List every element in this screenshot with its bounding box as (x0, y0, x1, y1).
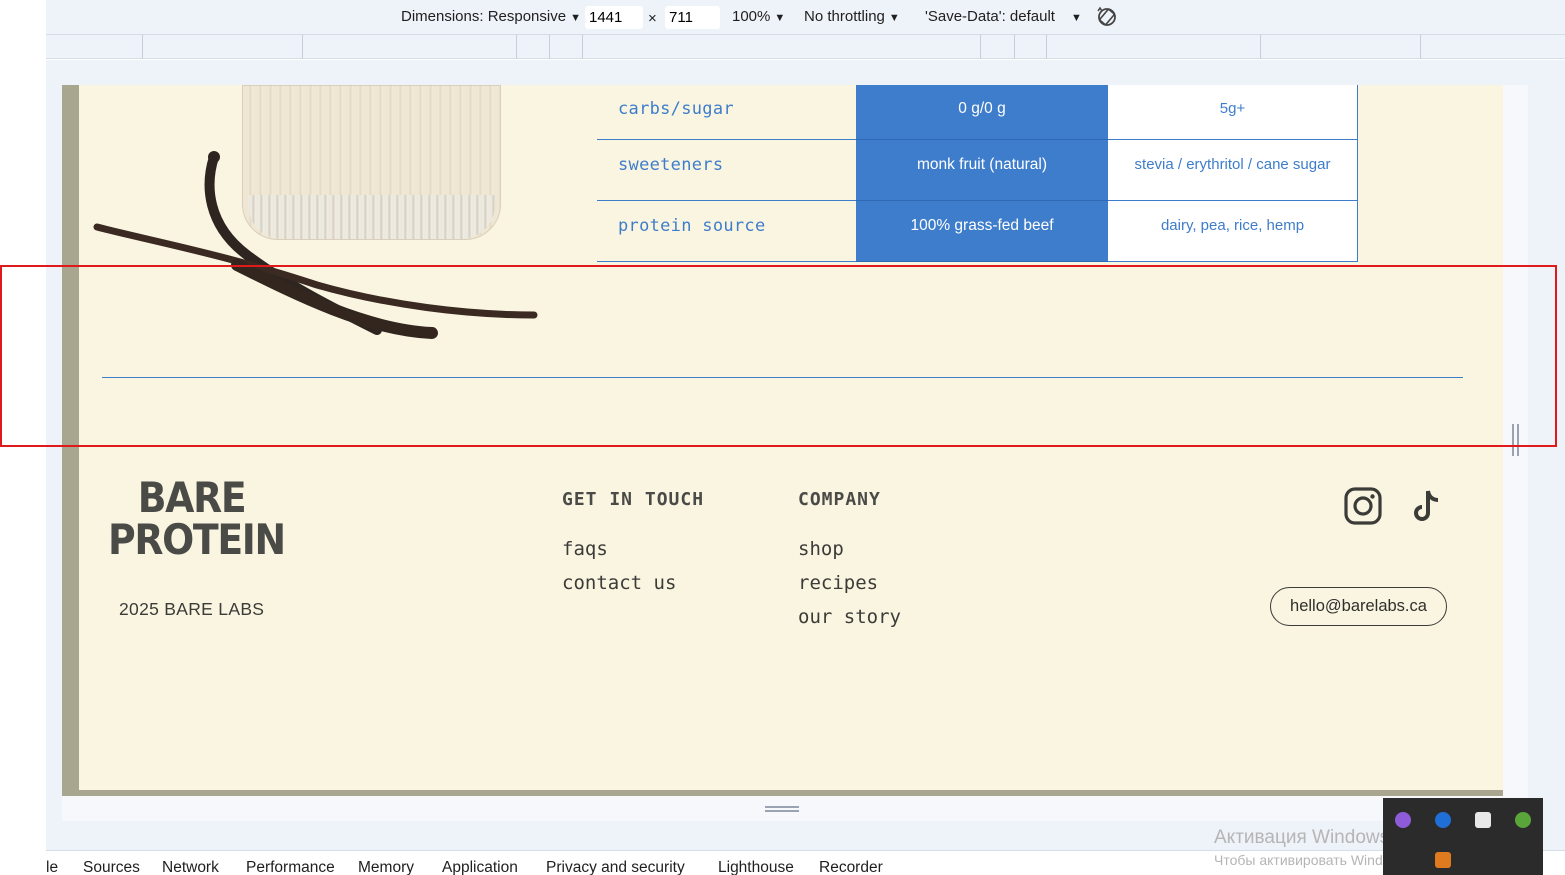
row-label: carbs/sugar (597, 85, 856, 140)
tab-application[interactable]: Application (442, 859, 518, 875)
logo-line-1: BARE (137, 473, 247, 522)
tab-recorder[interactable]: Recorder (819, 859, 883, 875)
rotate-icon[interactable] (1095, 5, 1119, 29)
chevron-down-icon: ▼ (1070, 12, 1082, 24)
tab-console[interactable]: le (46, 859, 58, 875)
times-sign: × (648, 10, 657, 27)
comparison-table: carbs/sugar 0 g/0 g 5g+ sweeteners monk … (597, 85, 1358, 262)
tab-privacy-and-security[interactable]: Privacy and security (546, 859, 685, 875)
row-label: sweeteners (597, 140, 856, 201)
highlight-box (0, 265, 1557, 447)
save-data-dropdown[interactable]: 'Save-Data': default ▼ (925, 8, 1082, 25)
system-tray-popup (1383, 798, 1543, 875)
bare-value: monk fruit (natural) (856, 140, 1108, 201)
bare-protein-logo[interactable]: BARE PROTEIN (108, 473, 286, 564)
zoom-dropdown[interactable]: 100% ▼ (732, 8, 785, 25)
resize-handle-bottom[interactable] (765, 806, 799, 812)
other-value: dairy, pea, rice, hemp (1108, 201, 1358, 262)
our-story-link[interactable]: our story (798, 606, 901, 628)
chevron-down-icon: ▼ (774, 12, 786, 24)
bluetooth-icon[interactable] (1435, 812, 1451, 828)
dimensions-dropdown[interactable]: Dimensions: Responsive ▼ (401, 8, 581, 25)
bare-value: 0 g/0 g (856, 85, 1108, 140)
throttling-label: No throttling (804, 8, 885, 25)
width-input[interactable] (585, 6, 643, 29)
chevron-down-icon: ▼ (570, 12, 581, 24)
dimensions-label: Dimensions: Responsive (401, 8, 567, 25)
page-bottom-border (62, 790, 1503, 796)
media-query-ruler (46, 35, 1565, 59)
shield-icon[interactable] (1475, 812, 1491, 828)
table-row: sweeteners monk fruit (natural) stevia /… (597, 140, 1358, 201)
faqs-link[interactable]: faqs (562, 538, 608, 560)
other-value: stevia / erythritol / cane sugar (1108, 140, 1358, 201)
tab-network[interactable]: Network (162, 859, 219, 875)
recipes-link[interactable]: recipes (798, 572, 878, 594)
throttling-dropdown[interactable]: No throttling ▼ (804, 8, 900, 25)
chevron-down-icon: ▼ (888, 12, 900, 24)
copyright-text: 2025 BARE LABS (119, 599, 265, 619)
get-in-touch-heading: GET IN TOUCH (562, 489, 705, 510)
email-button[interactable]: hello@barelabs.ca (1270, 587, 1447, 626)
shop-link[interactable]: shop (798, 538, 844, 560)
height-input[interactable] (665, 6, 720, 29)
tab-sources[interactable]: Sources (83, 859, 140, 875)
notification-icon[interactable] (1435, 852, 1451, 868)
app-icon[interactable] (1395, 812, 1411, 828)
tiktok-icon[interactable] (1411, 487, 1445, 525)
devtools-device-toolbar: Dimensions: Responsive▼ × 100%▼ No throt… (46, 0, 1565, 35)
activation-watermark-title: Активация Windows (1214, 827, 1390, 848)
torrent-icon[interactable] (1515, 812, 1531, 828)
table-row: carbs/sugar 0 g/0 g 5g+ (597, 85, 1358, 140)
tab-memory[interactable]: Memory (358, 859, 414, 875)
zoom-label: 100% (732, 8, 771, 25)
logo-line-2: PROTEIN (108, 515, 286, 564)
table-row: protein source 100% grass-fed beef dairy… (597, 201, 1358, 262)
tab-performance[interactable]: Performance (246, 859, 335, 875)
contact-us-link[interactable]: contact us (562, 572, 676, 594)
row-label: protein source (597, 201, 856, 262)
save-data-label: 'Save-Data': default (925, 8, 1055, 25)
company-heading: COMPANY (798, 489, 881, 510)
instagram-icon[interactable] (1344, 487, 1382, 525)
other-value: 5g+ (1108, 85, 1358, 140)
tab-lighthouse[interactable]: Lighthouse (718, 859, 794, 875)
bare-value: 100% grass-fed beef (856, 201, 1108, 262)
